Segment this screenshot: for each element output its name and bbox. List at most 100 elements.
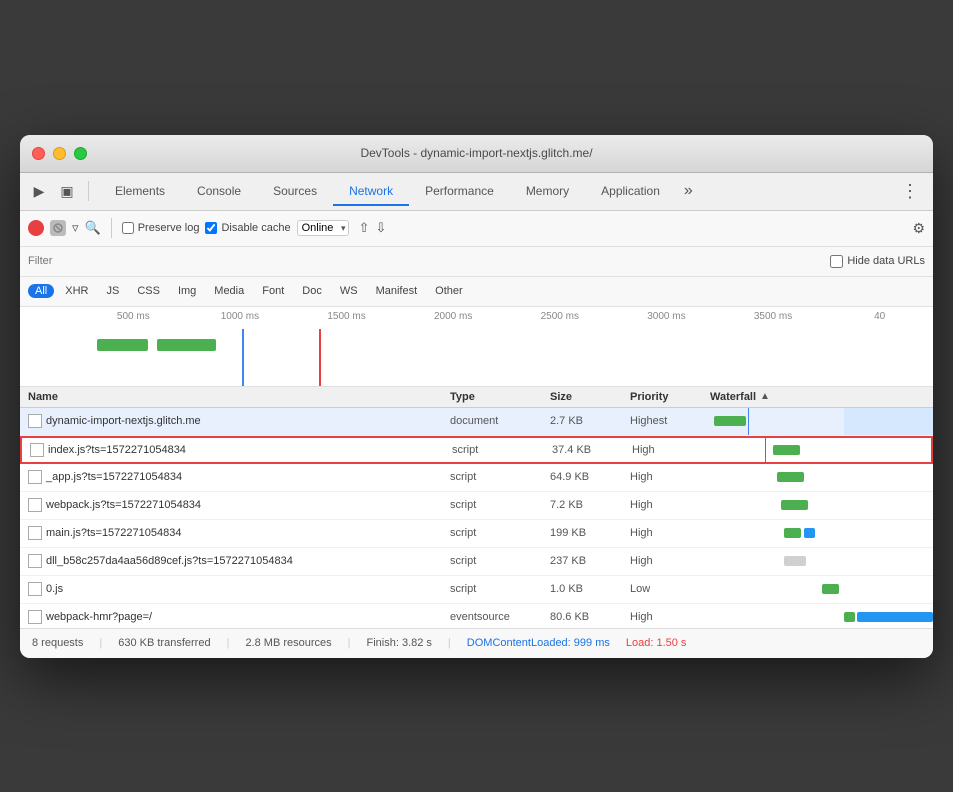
download-icon[interactable]: ⇩ [375,220,386,236]
toolbar-sep-2 [111,218,112,238]
table-row[interactable]: dll_b58c257da4aa56d89cef.js?ts=157227105… [20,548,933,576]
type-btn-manifest[interactable]: Manifest [369,284,425,298]
row-icon-1 [30,443,44,457]
wf-bar-7b [857,612,933,622]
type-btn-js[interactable]: JS [99,284,126,298]
type-btn-all[interactable]: All [28,284,54,298]
search-icon[interactable]: 🔍 [85,220,101,236]
cell-size-6: 1.0 KB [550,583,630,595]
nav-tab-area: Elements Console Sources Network Perform… [99,178,889,205]
status-bar: 8 requests | 630 KB transferred | 2.8 MB… [20,628,933,658]
cell-name-1: index.js?ts=1572271054834 [22,443,452,457]
header-priority[interactable]: Priority [630,391,710,403]
maximize-button[interactable] [74,147,87,160]
tab-elements[interactable]: Elements [99,178,181,206]
row-icon-5 [28,554,42,568]
cell-waterfall-4 [710,519,933,547]
header-waterfall[interactable]: Waterfall ▲ [710,391,933,403]
table-header: Name Type Size Priority Waterfall ▲ [20,387,933,408]
filter-input[interactable] [28,255,170,267]
cell-name-4: main.js?ts=1572271054834 [20,526,450,540]
table-row[interactable]: 0.js script 1.0 KB Low [20,576,933,604]
cell-size-3: 7.2 KB [550,499,630,511]
table-row[interactable]: _app.js?ts=1572271054834 script 64.9 KB … [20,464,933,492]
tab-console[interactable]: Console [181,178,257,206]
stop-icon [53,223,63,233]
requests-count: 8 requests [32,637,83,649]
toolbar-separator [88,181,89,201]
row-icon-6 [28,582,42,596]
tl-label-6: 3500 ms [720,311,827,322]
online-select[interactable]: Online [297,220,349,236]
window-title: DevTools - dynamic-import-nextjs.glitch.… [360,146,592,160]
type-btn-doc[interactable]: Doc [295,284,329,298]
settings-icon[interactable]: ⚙ [912,220,925,237]
type-filter-bar: All XHR JS CSS Img Media Font Doc WS Man… [20,277,933,307]
cell-priority-2: High [630,471,710,483]
inspect-icon[interactable]: ▣ [56,180,78,202]
row-icon-4 [28,526,42,540]
upload-icon[interactable]: ⇧ [359,220,370,236]
cell-waterfall-2 [710,463,933,491]
type-btn-media[interactable]: Media [207,284,251,298]
cell-name-7: webpack-hmr?page=/ [20,610,450,624]
disable-cache-group: Disable cache [205,222,290,234]
minimize-button[interactable] [53,147,66,160]
cell-type-6: script [450,583,550,595]
table-row[interactable]: webpack-hmr?page=/ eventsource 80.6 KB H… [20,604,933,628]
sort-arrow-icon: ▲ [760,391,770,402]
tl-label-5: 3000 ms [613,311,720,322]
table-row[interactable]: dynamic-import-nextjs.glitch.me document… [20,408,933,436]
row-icon-0 [28,414,42,428]
wf-bar-7a [844,612,855,622]
tl-label-2: 1500 ms [293,311,400,322]
header-name[interactable]: Name [20,391,450,403]
filter-icon[interactable]: ▿ [72,220,79,236]
preserve-log-checkbox[interactable] [122,222,134,234]
cell-type-4: script [450,527,550,539]
cell-size-5: 237 KB [550,555,630,567]
dom-content-loaded[interactable]: DOMContentLoaded: 999 ms [467,637,610,649]
tab-memory[interactable]: Memory [510,178,585,206]
tl-label-0: 500 ms [80,311,187,322]
cell-size-4: 199 KB [550,527,630,539]
top-toolbar: ▶ ▣ Elements Console Sources Network Per… [20,173,933,211]
tab-more[interactable]: » [676,178,701,206]
row-icon-2 [28,470,42,484]
cell-size-2: 64.9 KB [550,471,630,483]
type-btn-font[interactable]: Font [255,284,291,298]
type-btn-img[interactable]: Img [171,284,203,298]
type-btn-xhr[interactable]: XHR [58,284,95,298]
tab-sources[interactable]: Sources [257,178,333,206]
tab-application[interactable]: Application [585,178,676,206]
tab-performance[interactable]: Performance [409,178,510,206]
table-row[interactable]: main.js?ts=1572271054834 script 199 KB H… [20,520,933,548]
header-size[interactable]: Size [550,391,630,403]
timeline-labels: 500 ms 1000 ms 1500 ms 2000 ms 2500 ms 3… [80,311,933,322]
close-button[interactable] [32,147,45,160]
network-toolbar: ▿ 🔍 Preserve log Disable cache Online ⇧ … [20,211,933,247]
kebab-menu[interactable]: ⋮ [895,177,925,206]
table-row[interactable]: index.js?ts=1572271054834 script 37.4 KB… [20,436,933,464]
disable-cache-checkbox[interactable] [205,222,217,234]
tl-label-4: 2500 ms [507,311,614,322]
tl-label-7: 40 [826,311,933,322]
type-btn-other[interactable]: Other [428,284,470,298]
tab-network[interactable]: Network [333,178,409,206]
header-type[interactable]: Type [450,391,550,403]
stop-button[interactable] [50,220,66,236]
type-btn-css[interactable]: CSS [130,284,167,298]
tl-label-3: 2000 ms [400,311,507,322]
timeline-chart [80,329,933,386]
hide-data-urls-checkbox[interactable] [830,255,843,268]
finish-time: Finish: 3.82 s [367,637,432,649]
title-bar: DevTools - dynamic-import-nextjs.glitch.… [20,135,933,173]
wf-bar-5a [784,556,806,566]
hide-data-urls-group: Hide data URLs [830,255,925,268]
table-row[interactable]: webpack.js?ts=1572271054834 script 7.2 K… [20,492,933,520]
cell-name-6: 0.js [20,582,450,596]
record-button[interactable] [28,220,44,236]
cell-priority-6: Low [630,583,710,595]
cursor-icon[interactable]: ▶ [28,180,50,202]
type-btn-ws[interactable]: WS [333,284,365,298]
